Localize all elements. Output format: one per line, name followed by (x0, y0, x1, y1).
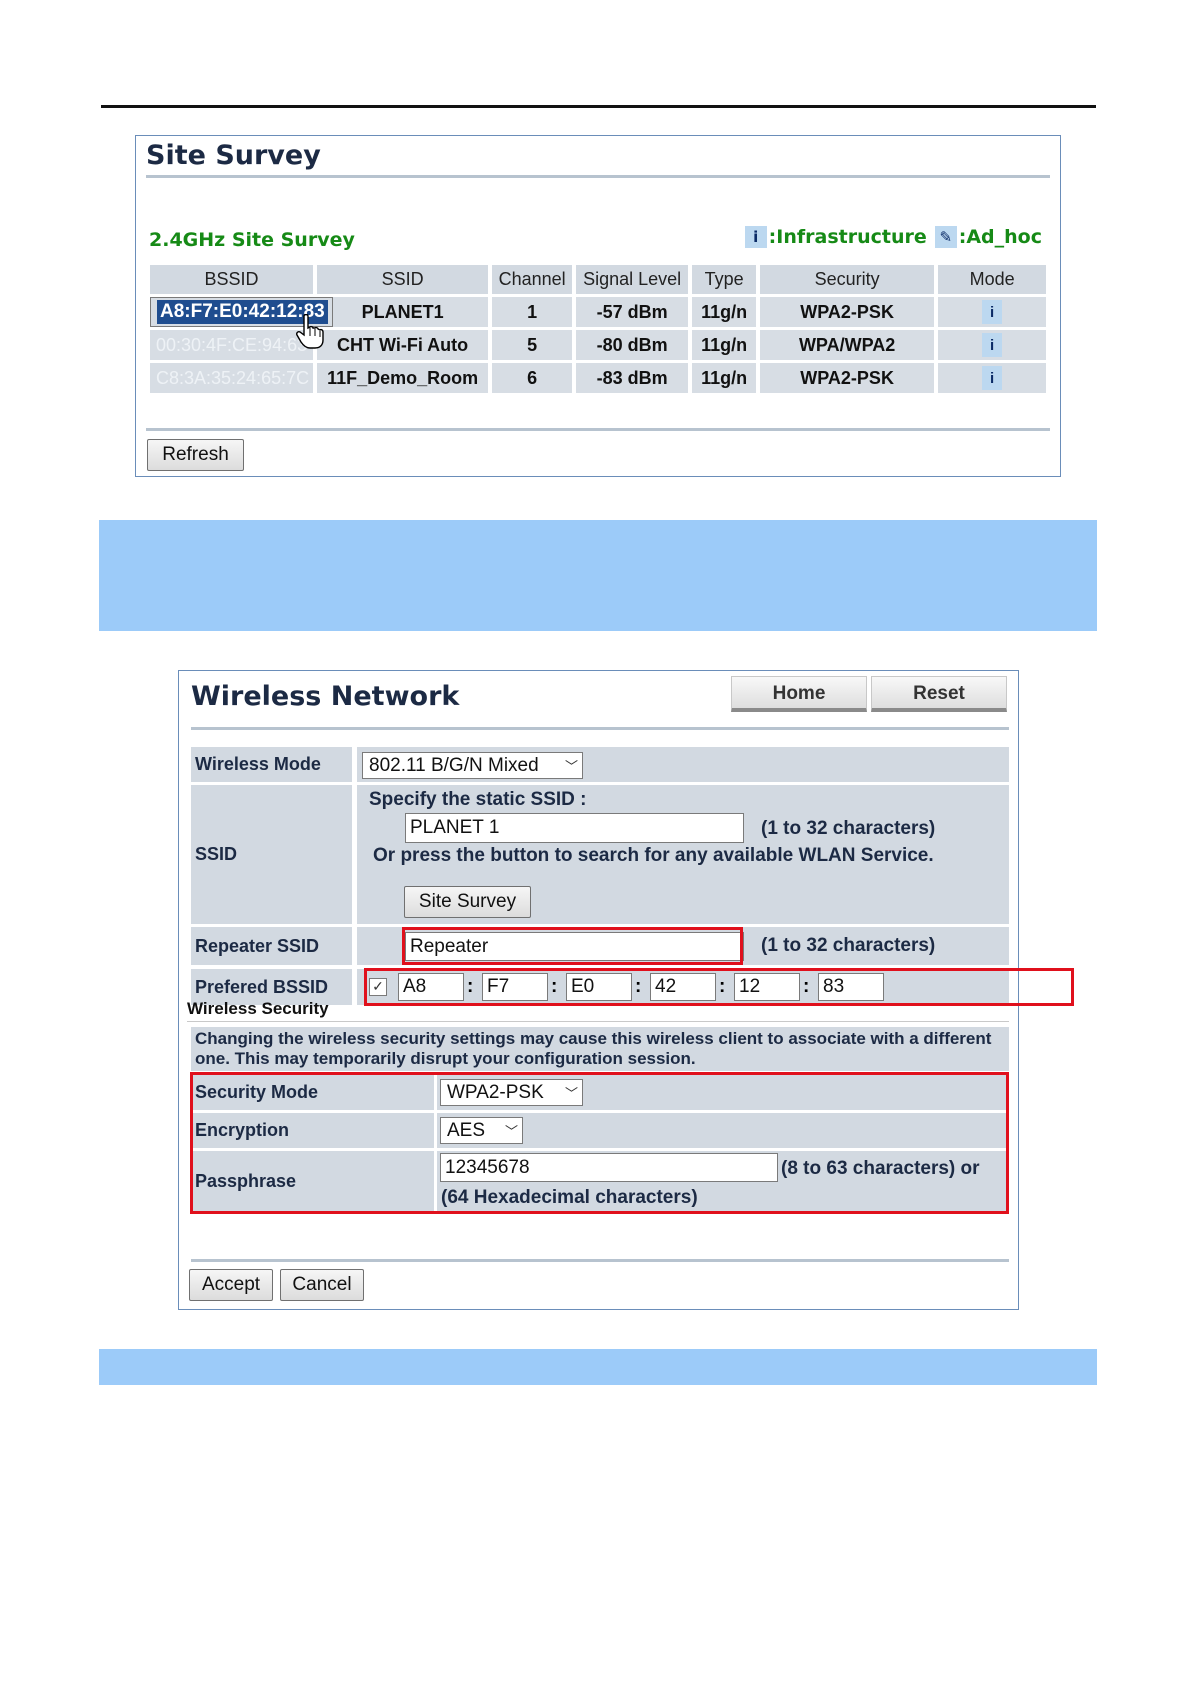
site-survey-title: Site Survey (146, 140, 321, 171)
band-label: 2.4GHz Site Survey (149, 229, 355, 251)
repeater-ssid-highlight (402, 927, 743, 965)
ssid-cell: PLANET1 (317, 297, 489, 327)
channel-cell: 6 (492, 363, 573, 393)
mode-legend: i :Infrastructure ✎ :Ad_hoc (744, 226, 1042, 248)
channel-cell: 1 (492, 297, 573, 327)
signal-cell: -83 dBm (576, 363, 689, 393)
legend-adhoc: :Ad_hoc (958, 226, 1042, 248)
col-type: Type (692, 265, 757, 294)
accept-button[interactable]: Accept (189, 1269, 273, 1301)
table-row[interactable]: C8:3A:35:24:65:7C 11F_Demo_Room 6 -83 dB… (150, 363, 1047, 393)
security-warning-note: Changing the wireless security settings … (191, 1027, 1009, 1071)
repeater-ssid-label: Repeater SSID (191, 927, 352, 965)
reset-button[interactable]: Reset (871, 676, 1007, 712)
survey-table: BSSID SSID Channel Signal Level Type Sec… (146, 262, 1050, 396)
col-bssid: BSSID (150, 265, 314, 294)
page-top-rule (101, 105, 1096, 108)
title-divider (191, 727, 1009, 730)
bssid-link[interactable]: 00:30:4F:CE:94:63 (150, 330, 314, 360)
col-signal: Signal Level (576, 265, 689, 294)
home-button[interactable]: Home (731, 676, 867, 712)
mode-cell: i (938, 330, 1047, 360)
col-ssid: SSID (317, 265, 489, 294)
cancel-button[interactable]: Cancel (280, 1269, 364, 1301)
signal-cell: -80 dBm (576, 330, 689, 360)
table-row[interactable]: 00:30:4F:CE:94:63 CHT Wi-Fi Auto 5 -80 d… (150, 330, 1047, 360)
security-cell: WPA2-PSK (760, 297, 935, 327)
col-mode: Mode (938, 265, 1047, 294)
mode-cell: i (938, 363, 1047, 393)
wireless-security-heading: Wireless Security (187, 999, 329, 1018)
ssid-specify-text: Specify the static SSID : (369, 789, 587, 810)
ssid-hint: (1 to 32 characters) (761, 818, 936, 839)
hand-cursor-icon (296, 314, 324, 349)
col-security: Security (760, 265, 935, 294)
ssid-search-text: Or press the button to search for any av… (373, 845, 934, 866)
infrastructure-icon: i (982, 300, 1003, 324)
mode-cell: i (938, 297, 1047, 327)
repeater-ssid-hint: (1 to 32 characters) (761, 935, 936, 956)
wireless-mode-cell: 802.11 B/G/N Mixed ﹀ (357, 747, 1009, 782)
wireless-mode-select[interactable]: 802.11 B/G/N Mixed ﹀ (362, 752, 583, 779)
ssid-input[interactable]: PLANET 1 (405, 813, 744, 843)
bottom-divider (191, 1259, 1009, 1262)
ssid-cell: Specify the static SSID : PLANET 1 (1 to… (357, 785, 1009, 924)
ssid-cell: CHT Wi-Fi Auto (317, 330, 489, 360)
ssid-label: SSID (191, 785, 352, 924)
wireless-network-title: Wireless Network (191, 681, 460, 712)
wireless-network-panel: Wireless Network Home Reset Wireless Mod… (178, 670, 1074, 1310)
type-cell: 11g/n (692, 330, 757, 360)
infrastructure-icon: i (982, 366, 1003, 390)
site-survey-button[interactable]: Site Survey (404, 886, 531, 918)
infrastructure-icon: i (982, 333, 1003, 357)
wireless-mode-value: 802.11 B/G/N Mixed (369, 754, 539, 776)
adhoc-icon: ✎ (934, 226, 957, 248)
preferred-bssid-highlight (364, 968, 1074, 1006)
bssid-link[interactable]: C8:3A:35:24:65:7C (150, 363, 314, 393)
infrastructure-icon: i (744, 226, 767, 248)
ssid-cell: 11F_Demo_Room (317, 363, 489, 393)
security-cell: WPA/WPA2 (760, 330, 935, 360)
bottom-divider (146, 428, 1050, 431)
type-cell: 11g/n (692, 363, 757, 393)
channel-cell: 5 (492, 330, 573, 360)
site-survey-panel: Site Survey 2.4GHz Site Survey i :Infras… (135, 135, 1061, 477)
table-row[interactable]: A8:F7:E0:42:12:83 PLANET1 1 -57 dBm 11g/… (150, 297, 1047, 327)
security-divider (187, 1021, 1009, 1022)
refresh-button[interactable]: Refresh (147, 439, 244, 471)
security-cell: WPA2-PSK (760, 363, 935, 393)
title-divider (146, 175, 1050, 178)
type-cell: 11g/n (692, 297, 757, 327)
blue-banner (99, 520, 1097, 631)
col-channel: Channel (492, 265, 573, 294)
blue-banner-bottom (99, 1349, 1097, 1385)
wireless-mode-label: Wireless Mode (191, 747, 352, 782)
signal-cell: -57 dBm (576, 297, 689, 327)
legend-infrastructure: :Infrastructure (768, 226, 927, 248)
security-settings-highlight (190, 1072, 1009, 1214)
chevron-down-icon: ﹀ (564, 759, 578, 774)
